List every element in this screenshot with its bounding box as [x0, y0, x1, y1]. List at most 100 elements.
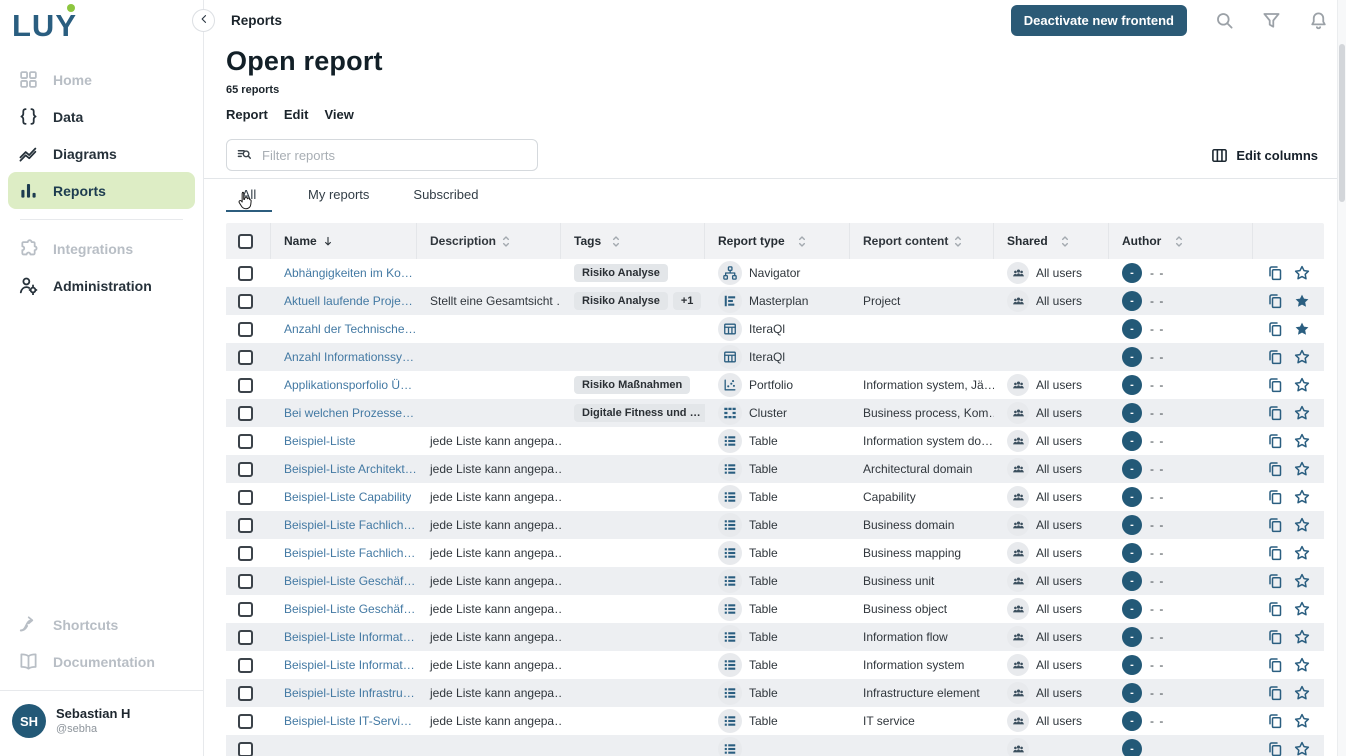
- star-icon[interactable]: [1293, 601, 1310, 618]
- column-header-report_content[interactable]: Report content: [850, 223, 994, 259]
- copy-icon[interactable]: [1266, 545, 1283, 562]
- sidebar-item-administration[interactable]: Administration: [8, 267, 195, 304]
- tab-my-reports[interactable]: My reports: [300, 179, 377, 212]
- report-name-link[interactable]: Beispiel-Liste Geschäft…: [284, 574, 417, 588]
- row-checkbox[interactable]: [238, 518, 253, 533]
- sidebar-collapse-button[interactable]: [192, 9, 215, 32]
- report-name-link[interactable]: Applikationsporfolio Ü…: [284, 378, 412, 392]
- report-name-link[interactable]: Beispiel-Liste Geschäft…: [284, 602, 417, 616]
- column-header-report_type[interactable]: Report type: [705, 223, 850, 259]
- menu-item-view[interactable]: View: [324, 107, 353, 122]
- column-header-description[interactable]: Description: [417, 223, 561, 259]
- copy-icon[interactable]: [1266, 433, 1283, 450]
- star-filled-icon[interactable]: [1293, 321, 1310, 338]
- star-icon[interactable]: [1293, 573, 1310, 590]
- report-name-link[interactable]: Aktuell laufende Projek…: [284, 294, 417, 308]
- user-profile[interactable]: SH Sebastian H @sebha: [0, 690, 203, 756]
- report-name-link[interactable]: Beispiel-Liste IT-Servic…: [284, 714, 417, 728]
- copy-icon[interactable]: [1266, 293, 1283, 310]
- copy-icon[interactable]: [1266, 601, 1283, 618]
- menu-item-report[interactable]: Report: [226, 107, 268, 122]
- filter-reports-input[interactable]: [260, 147, 527, 164]
- copy-icon[interactable]: [1266, 741, 1283, 756]
- star-icon[interactable]: [1293, 629, 1310, 646]
- copy-icon[interactable]: [1266, 405, 1283, 422]
- row-checkbox[interactable]: [238, 630, 253, 645]
- row-checkbox[interactable]: [238, 322, 253, 337]
- copy-icon[interactable]: [1266, 377, 1283, 394]
- tab-all[interactable]: All: [226, 179, 272, 212]
- sidebar-item-reports[interactable]: Reports: [8, 172, 195, 209]
- filter-funnel-icon[interactable]: [1261, 10, 1281, 30]
- sidebar-item-diagrams[interactable]: Diagrams: [8, 135, 195, 172]
- edit-columns-button[interactable]: Edit columns: [1211, 147, 1324, 164]
- copy-icon[interactable]: [1266, 461, 1283, 478]
- star-icon[interactable]: [1293, 741, 1310, 756]
- report-name-link[interactable]: Anzahl Informationssy…: [284, 350, 414, 364]
- copy-icon[interactable]: [1266, 685, 1283, 702]
- row-checkbox[interactable]: [238, 490, 253, 505]
- select-all-checkbox[interactable]: [238, 234, 253, 249]
- sidebar-item-documentation[interactable]: Documentation: [8, 643, 195, 680]
- row-checkbox[interactable]: [238, 294, 253, 309]
- copy-icon[interactable]: [1266, 489, 1283, 506]
- copy-icon[interactable]: [1266, 657, 1283, 674]
- star-icon[interactable]: [1293, 685, 1310, 702]
- star-icon[interactable]: [1293, 349, 1310, 366]
- column-header-shared[interactable]: Shared: [994, 223, 1109, 259]
- row-checkbox[interactable]: [238, 658, 253, 673]
- row-checkbox[interactable]: [238, 742, 253, 756]
- row-checkbox[interactable]: [238, 406, 253, 421]
- star-icon[interactable]: [1293, 657, 1310, 674]
- row-checkbox[interactable]: [238, 462, 253, 477]
- sidebar-item-home[interactable]: Home: [8, 61, 195, 98]
- report-name-link[interactable]: Beispiel-Liste Infrastru…: [284, 686, 415, 700]
- column-header-tags[interactable]: Tags: [561, 223, 705, 259]
- sidebar-item-integrations[interactable]: Integrations: [8, 230, 195, 267]
- row-checkbox[interactable]: [238, 378, 253, 393]
- page-scrollbar[interactable]: [1337, 0, 1346, 756]
- sidebar-item-shortcuts[interactable]: Shortcuts: [8, 606, 195, 643]
- menu-item-edit[interactable]: Edit: [284, 107, 309, 122]
- report-name-link[interactable]: Beispiel-Liste Architekt…: [284, 462, 417, 476]
- row-checkbox[interactable]: [238, 602, 253, 617]
- report-name-link[interactable]: Beispiel-Liste Informati…: [284, 630, 417, 644]
- row-checkbox[interactable]: [238, 434, 253, 449]
- report-name-link[interactable]: Beispiel-Liste Capability: [284, 490, 411, 504]
- row-checkbox[interactable]: [238, 714, 253, 729]
- row-checkbox[interactable]: [238, 546, 253, 561]
- report-name-link[interactable]: Beispiel-Liste Fachlich…: [284, 546, 415, 560]
- report-name-link[interactable]: Abhängigkeiten im Kon…: [284, 266, 417, 280]
- report-name-link[interactable]: Beispiel-Liste: [284, 434, 355, 448]
- report-name-link[interactable]: Beispiel-Liste Fachlich…: [284, 518, 415, 532]
- copy-icon[interactable]: [1266, 629, 1283, 646]
- star-icon[interactable]: [1293, 713, 1310, 730]
- sidebar-item-data[interactable]: Data: [8, 98, 195, 135]
- report-name-link[interactable]: Bei welchen Prozessen…: [284, 406, 417, 420]
- star-filled-icon[interactable]: [1293, 293, 1310, 310]
- row-checkbox[interactable]: [238, 686, 253, 701]
- column-header-name[interactable]: Name: [271, 223, 417, 259]
- copy-icon[interactable]: [1266, 573, 1283, 590]
- copy-icon[interactable]: [1266, 265, 1283, 282]
- copy-icon[interactable]: [1266, 321, 1283, 338]
- copy-icon[interactable]: [1266, 349, 1283, 366]
- bell-icon[interactable]: [1308, 10, 1328, 30]
- search-icon[interactable]: [1214, 10, 1234, 30]
- app-logo[interactable]: LUY: [0, 0, 203, 43]
- row-checkbox[interactable]: [238, 350, 253, 365]
- column-header-author[interactable]: Author: [1109, 223, 1253, 259]
- star-icon[interactable]: [1293, 377, 1310, 394]
- deactivate-frontend-button[interactable]: Deactivate new frontend: [1011, 5, 1187, 36]
- copy-icon[interactable]: [1266, 517, 1283, 534]
- star-icon[interactable]: [1293, 433, 1310, 450]
- star-icon[interactable]: [1293, 265, 1310, 282]
- row-checkbox[interactable]: [238, 574, 253, 589]
- copy-icon[interactable]: [1266, 713, 1283, 730]
- star-icon[interactable]: [1293, 517, 1310, 534]
- star-icon[interactable]: [1293, 461, 1310, 478]
- row-checkbox[interactable]: [238, 266, 253, 281]
- tab-subscribed[interactable]: Subscribed: [405, 179, 486, 212]
- star-icon[interactable]: [1293, 405, 1310, 422]
- scrollbar-thumb[interactable]: [1339, 44, 1345, 202]
